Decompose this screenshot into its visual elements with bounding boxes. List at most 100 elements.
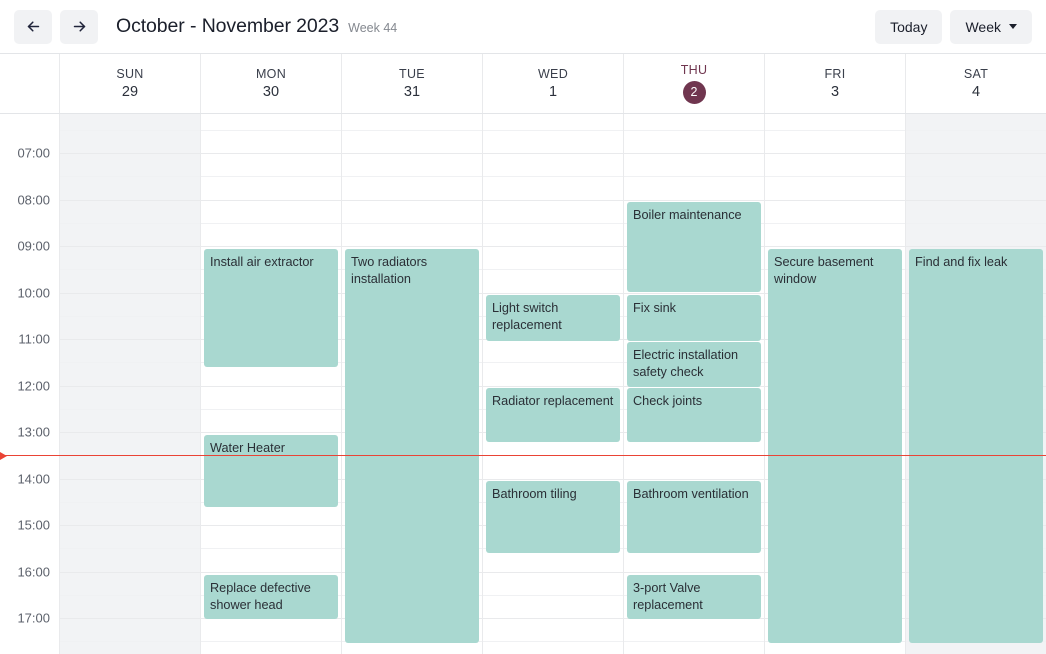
hour-gridline <box>60 199 200 201</box>
hour-gridline <box>624 571 764 573</box>
time-label: 12:00 <box>17 378 50 393</box>
day-column-fri[interactable]: Secure basement window <box>765 114 906 654</box>
day-of-week-label: WED <box>537 67 569 82</box>
day-of-week-label: MON <box>255 67 287 82</box>
hour-gridline <box>906 199 1046 201</box>
half-hour-gridline <box>765 129 905 131</box>
time-label: 08:00 <box>17 192 50 207</box>
page-title: October - November 2023 <box>116 15 340 37</box>
time-label: 09:00 <box>17 238 50 254</box>
half-hour-gridline <box>624 455 764 457</box>
view-selector[interactable]: Week <box>950 9 1032 44</box>
half-hour-gridline <box>201 129 341 131</box>
previous-week-button[interactable] <box>14 9 52 44</box>
half-hour-gridline <box>483 641 623 643</box>
half-hour-gridline <box>60 455 200 457</box>
day-of-week-label: SAT <box>963 67 989 82</box>
day-column-wed[interactable]: Light switch replacement Radiator replace… <box>483 114 624 654</box>
hour-gridline <box>624 153 764 154</box>
time-label: 14:00 <box>17 471 50 486</box>
day-number-label: 30 <box>262 84 280 101</box>
day-number-label: 29 <box>121 84 139 101</box>
day-column-thu[interactable]: Boiler maintenance Fix sink Electric insta… <box>624 114 765 654</box>
day-column-sun[interactable] <box>60 114 201 654</box>
hour-gridline <box>60 432 200 433</box>
hour-gridline <box>201 385 341 387</box>
hour-gridline <box>60 385 200 387</box>
day-header-fri[interactable]: FRI 3 <box>765 54 906 113</box>
calendar-event[interactable]: Check joints <box>627 388 761 442</box>
calendar-event[interactable]: Replace defective shower head <box>204 575 338 619</box>
calendar-event[interactable]: Light switch replacement <box>486 295 620 341</box>
hour-gridline <box>483 618 623 619</box>
hour-gridline <box>201 246 341 247</box>
hour-gridline <box>60 339 200 340</box>
calendar-event[interactable]: Two radiators installation <box>345 249 479 643</box>
next-week-button[interactable] <box>60 9 98 44</box>
calendar-event[interactable]: Boiler maintenance <box>627 202 761 292</box>
hour-gridline <box>60 618 200 619</box>
calendar-event[interactable]: Bathroom tiling <box>486 481 620 553</box>
today-date-badge: 2 <box>682 81 706 104</box>
calendar-event[interactable]: Electric installation safety check <box>627 342 761 387</box>
half-hour-gridline <box>60 129 200 131</box>
calendar-event[interactable]: Install air extractor <box>204 249 338 367</box>
hour-gridline <box>60 478 200 480</box>
hour-gridline <box>342 153 482 154</box>
half-hour-gridline <box>624 129 764 131</box>
half-hour-gridline <box>483 222 623 224</box>
calendar-event[interactable]: Find and fix leak <box>909 249 1043 643</box>
calendar-grid-wrapper[interactable]: 07:00 08:00 09:00 10:00 11:00 12:00 13:00 14:00… <box>0 114 1046 654</box>
day-header-mon[interactable]: MON 30 <box>201 54 342 113</box>
hour-gridline <box>60 246 200 247</box>
hour-gridline <box>483 199 623 201</box>
today-button-label: Today <box>890 18 928 35</box>
time-label: 07:00 <box>17 145 50 161</box>
half-hour-gridline <box>483 594 623 596</box>
day-header-sat[interactable]: SAT 4 <box>906 54 1046 113</box>
day-number-label: 4 <box>971 84 981 101</box>
hour-gridline <box>624 292 764 294</box>
day-of-week-label: FRI <box>824 67 846 82</box>
hour-gridline <box>60 525 200 526</box>
toolbar: October - November 2023 Week 44 Today We… <box>0 0 1046 54</box>
half-hour-gridline <box>483 362 623 364</box>
day-header-thu[interactable]: THU 2 <box>624 54 765 113</box>
calendar-event[interactable]: Fix sink <box>627 295 761 341</box>
hour-gridline <box>624 478 764 480</box>
time-label: 13:00 <box>17 424 50 440</box>
half-hour-gridline <box>201 548 341 550</box>
day-column-tue[interactable]: Two radiators installation <box>342 114 483 654</box>
day-header-wed[interactable]: WED 1 <box>483 54 624 113</box>
half-hour-gridline <box>60 641 200 643</box>
calendar-event[interactable]: Secure basement window <box>768 249 902 643</box>
view-selector-label: Week <box>965 18 1001 35</box>
day-column-sat[interactable]: Find and fix leak <box>906 114 1046 654</box>
time-label: 11:00 <box>18 331 50 347</box>
hour-gridline <box>483 571 623 573</box>
hour-gridline <box>483 478 623 480</box>
half-hour-gridline <box>765 176 905 178</box>
calendar-event[interactable]: Radiator replacement <box>486 388 620 442</box>
day-number-label: 3 <box>830 84 840 101</box>
half-hour-gridline <box>624 641 764 643</box>
half-hour-gridline <box>60 408 200 410</box>
date-range-block: October - November 2023 Week 44 <box>116 15 397 38</box>
hour-gridline <box>765 246 905 247</box>
day-header-row: SUN 29 MON 30 TUE 31 WED 1 THU 2 FRI 3 SAT 4 <box>0 54 1046 114</box>
today-button[interactable]: Today <box>875 9 943 44</box>
half-hour-gridline <box>483 269 623 271</box>
day-column-mon[interactable]: Install air extractor Water Heater Replace… <box>201 114 342 654</box>
day-header-tue[interactable]: TUE 31 <box>342 54 483 113</box>
hour-gridline <box>483 153 623 154</box>
hour-gridline <box>483 385 623 387</box>
calendar-event[interactable]: Water Heater <box>204 435 338 507</box>
calendar-event[interactable]: 3-port Valve replacement <box>627 575 761 619</box>
timezone-gutter <box>0 54 60 113</box>
calendar-event[interactable]: Bathroom ventilation <box>627 481 761 553</box>
half-hour-gridline <box>342 129 482 131</box>
half-hour-gridline <box>765 222 905 224</box>
hour-gridline <box>60 571 200 573</box>
hour-gridline <box>483 246 623 247</box>
day-header-sun[interactable]: SUN 29 <box>60 54 201 113</box>
